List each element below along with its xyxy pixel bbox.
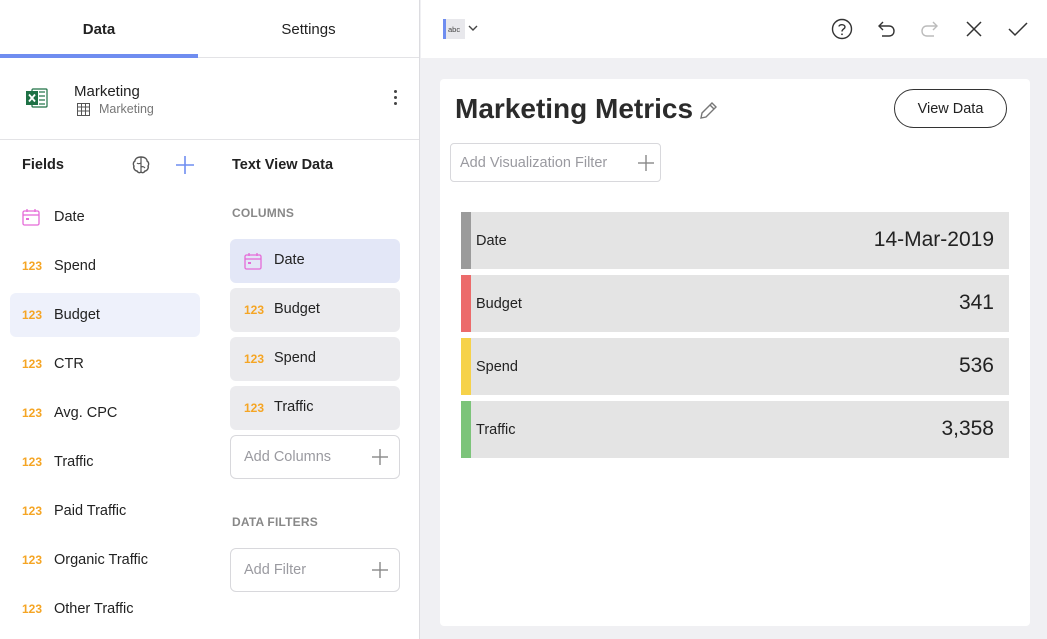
column-label: Budget [274,301,320,317]
visualization-type-text: abc [448,25,460,34]
undo-icon[interactable] [874,17,898,41]
field-label: Paid Traffic [54,503,127,519]
text-view-data-heading: Text View Data [232,157,334,173]
data-source-header: Marketing Marketing [0,62,419,140]
excel-icon [26,88,48,108]
field-item-other-traffic[interactable]: 123 Other Traffic [10,587,200,631]
add-columns-placeholder: Add Columns [244,449,332,465]
metric-value: 14-Mar-2019 [873,228,994,251]
add-field-icon[interactable] [175,155,195,175]
visualization-card: Marketing Metrics View Data Add Visualiz… [440,79,1030,626]
add-filter-placeholder: Add Filter [244,562,307,578]
field-label: Spend [54,258,96,274]
check-icon[interactable] [1006,17,1030,41]
field-item-paid-traffic[interactable]: 123 Paid Traffic [10,489,200,533]
column-label: Spend [274,350,316,366]
field-item-spend[interactable]: 123 Spend [10,244,200,288]
metric-row-date: Date 14-Mar-2019 [461,212,1009,269]
data-filters-section-label: DATA FILTERS [232,515,318,529]
visualization-type-icon[interactable]: abc [443,19,465,39]
editor-toolbar: abc [421,0,1047,58]
field-label: Traffic [54,454,94,470]
number-type-icon: 123 [244,352,265,366]
field-item-avg-cpc[interactable]: 123 Avg. CPC [10,391,200,435]
redo-icon[interactable] [918,17,942,41]
table-icon [77,103,90,116]
active-tab-indicator [0,54,198,58]
field-label: CTR [54,356,84,372]
metric-label: Traffic [476,422,516,438]
columns-section-label: COLUMNS [232,206,295,220]
field-label: Other Traffic [54,601,134,617]
field-item-ctr[interactable]: 123 CTR [10,342,200,386]
tab-settings[interactable]: Settings [198,0,419,58]
number-type-icon: 123 [22,406,43,420]
add-columns-input[interactable]: Add Columns [230,435,400,479]
column-item-spend[interactable]: 123 Spend [230,337,400,381]
visualization-title[interactable]: Marketing Metrics [455,93,693,125]
number-type-icon: 123 [22,259,43,273]
field-label: Budget [54,307,100,323]
field-label: Avg. CPC [54,405,118,421]
chevron-down-icon[interactable] [467,22,479,34]
help-icon[interactable] [830,17,854,41]
field-item-date[interactable]: Date [10,195,200,239]
fields-heading: Fields [22,157,64,173]
more-options-icon[interactable] [388,88,402,110]
data-source-table-name: Marketing [99,102,154,116]
calendar-icon [22,208,48,229]
tab-data[interactable]: Data [0,0,198,58]
calendar-icon [244,252,262,275]
field-label: Date [54,209,85,225]
column-item-date[interactable]: Date [230,239,400,283]
row-color-bar [461,401,471,458]
number-type-icon: 123 [22,602,43,616]
metric-label: Spend [476,359,518,375]
field-label: Organic Traffic [54,552,149,568]
pencil-icon[interactable] [697,100,719,122]
visualization-filter-placeholder: Add Visualization Filter [460,155,608,171]
number-type-icon: 123 [244,303,265,317]
metric-label: Budget [476,296,522,312]
row-color-bar [461,338,471,395]
number-type-icon: 123 [22,357,43,371]
brain-icon[interactable] [130,154,152,176]
metric-value: 341 [958,291,994,314]
number-type-icon: 123 [22,455,43,469]
plus-icon[interactable] [371,448,389,466]
number-type-icon: 123 [22,553,43,567]
close-icon[interactable] [962,17,986,41]
add-filter-input[interactable]: Add Filter [230,548,400,592]
field-item-budget[interactable]: 123 Budget [10,293,200,337]
metric-row-budget: Budget 341 [461,275,1009,332]
data-source-name: Marketing [74,83,140,100]
plus-icon[interactable] [371,561,389,579]
column-item-traffic[interactable]: 123 Traffic [230,386,400,430]
number-type-icon: 123 [244,401,265,415]
field-item-traffic[interactable]: 123 Traffic [10,440,200,484]
column-label: Traffic [274,399,314,415]
metric-value: 3,358 [941,417,994,440]
field-item-organic-traffic[interactable]: 123 Organic Traffic [10,538,200,582]
plus-icon[interactable] [636,153,656,173]
metric-label: Date [476,233,507,249]
row-color-bar [461,275,471,332]
metric-value: 536 [958,354,994,377]
view-data-button[interactable]: View Data [894,89,1007,128]
left-panel: Data Settings Marketing Marketing Fields [0,0,420,639]
number-type-icon: 123 [22,308,43,322]
metric-row-spend: Spend 536 [461,338,1009,395]
tab-bar: Data Settings [0,0,419,58]
column-label: Date [274,252,305,268]
number-type-icon: 123 [22,504,43,518]
row-color-bar [461,212,471,269]
column-item-budget[interactable]: 123 Budget [230,288,400,332]
metric-row-traffic: Traffic 3,358 [461,401,1009,458]
add-visualization-filter-input[interactable]: Add Visualization Filter [450,143,661,182]
